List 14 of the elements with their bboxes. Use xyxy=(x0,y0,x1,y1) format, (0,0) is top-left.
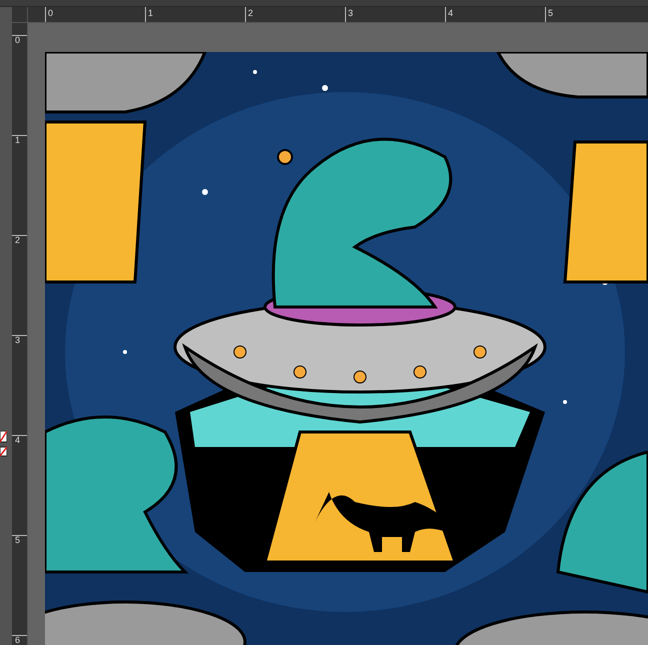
ruler-label: 2 xyxy=(15,236,20,245)
ruler-label: 6 xyxy=(15,636,20,645)
ruler-label: 4 xyxy=(448,8,454,18)
color-swatch-icon[interactable] xyxy=(0,431,7,457)
ruler-label: 0 xyxy=(15,36,20,45)
ruler-label: 5 xyxy=(15,536,20,545)
ruler-label: 0 xyxy=(48,8,54,18)
ruler-label: 3 xyxy=(348,8,354,18)
ruler-label: 1 xyxy=(15,136,20,145)
ruler-label: 2 xyxy=(248,8,254,18)
ruler-label: 4 xyxy=(15,436,20,445)
ruler-label: 5 xyxy=(548,8,554,18)
ruler-label: 3 xyxy=(15,336,20,345)
ruler-label: 1 xyxy=(148,8,154,18)
